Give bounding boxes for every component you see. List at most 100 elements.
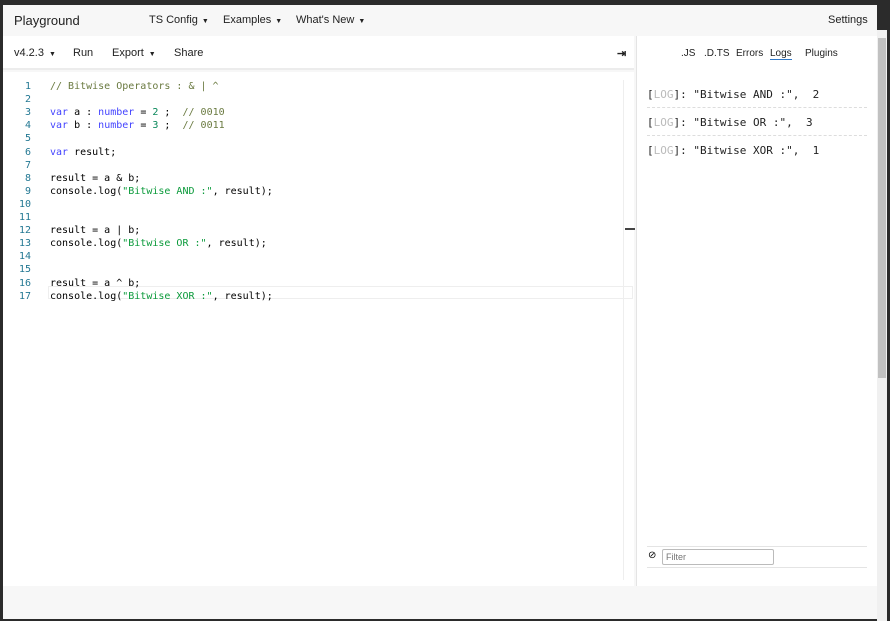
code-token: "Bitwise AND :": [122, 185, 213, 197]
code-line: var result;: [50, 147, 116, 158]
code-editor[interactable]: 1 // Bitwise Operators : & | ^ 2 3 var a : n…: [3, 72, 635, 586]
code-token: // Bitwise Operators : & | ^: [50, 81, 219, 92]
code-line: console.log("Bitwise XOR :", result);: [50, 291, 273, 302]
examples-menu[interactable]: Examples ▼: [223, 14, 282, 26]
line-number: 5: [24, 133, 31, 145]
code-token: // 0010: [182, 107, 225, 119]
code-token: , result);: [212, 185, 273, 197]
code-token: , result);: [206, 238, 267, 250]
caret-down-icon: ▼: [48, 51, 56, 58]
tab-logs[interactable]: Logs: [770, 48, 792, 60]
tab-errors[interactable]: Errors: [736, 48, 763, 59]
log-tag: LOG: [653, 88, 674, 101]
log-tag: LOG: [653, 144, 674, 157]
code-token: console.log(: [50, 185, 123, 197]
code-token: console.log(: [50, 290, 123, 302]
collapse-sidebar-icon[interactable]: ⇥: [617, 47, 626, 60]
code-line: var b : number = 3 ; // 0011: [50, 120, 225, 131]
code-line: console.log("Bitwise AND :", result);: [50, 186, 273, 197]
code-token: // 0011: [182, 120, 225, 132]
code-line: result = a | b;: [50, 225, 140, 236]
line-number: 7: [24, 159, 31, 171]
line-number: 10: [18, 198, 31, 210]
code-token: b :: [68, 120, 99, 132]
log-entry: [LOG]: "Bitwise OR :", 3: [647, 108, 867, 136]
code-token: console.log(: [50, 238, 123, 250]
log-tag: LOG: [653, 116, 674, 129]
playground-window: Playground TS Config ▼ Examples ▼ What's N…: [3, 5, 877, 619]
code-token: var: [50, 120, 69, 132]
overview-marker: [625, 228, 635, 230]
clear-logs-icon[interactable]: ⊘: [648, 550, 656, 561]
code-token: ;: [158, 120, 183, 132]
line-number: 11: [18, 212, 31, 223]
line-number: 9: [24, 185, 31, 197]
menu-label: TS Config: [149, 14, 198, 26]
top-navbar: Playground TS Config ▼ Examples ▼ What's N…: [3, 5, 877, 36]
filter-input[interactable]: [662, 549, 774, 565]
log-entry: [LOG]: "Bitwise AND :", 2: [647, 80, 867, 108]
editor-overview-ruler[interactable]: [623, 80, 635, 580]
line-number: 17: [18, 290, 31, 302]
share-button[interactable]: Share: [174, 47, 203, 59]
tab-js[interactable]: .JS: [681, 48, 695, 59]
export-menu[interactable]: Export ▼: [112, 47, 156, 59]
code-token: number: [98, 107, 135, 119]
line-number: 13: [18, 238, 31, 250]
editor-toolbar: v4.2.3 ▼ Run Export ▼ Share ⇥: [3, 36, 634, 70]
log-text: "Bitwise XOR :", 1: [693, 144, 820, 157]
log-text: "Bitwise OR :", 3: [693, 116, 813, 129]
line-number: 15: [18, 264, 31, 276]
line-number: 6: [24, 146, 31, 158]
code-token: =: [134, 107, 153, 119]
code-token: =: [134, 120, 153, 132]
page-scrollbar[interactable]: [877, 30, 887, 621]
line-number: 16: [18, 277, 31, 289]
code-token: number: [98, 120, 135, 132]
caret-down-icon: ▼: [275, 18, 283, 25]
log-entry: [LOG]: "Bitwise XOR :", 1: [647, 144, 820, 157]
log-text: "Bitwise AND :", 2: [693, 88, 820, 101]
log-filter-row: ⊘: [647, 546, 867, 568]
output-sidebar: .JS .D.TS Errors Logs Plugins [LOG]: "Bi…: [636, 36, 877, 586]
code-token: ;: [158, 107, 183, 119]
code-token: "Bitwise XOR :": [122, 290, 213, 302]
menu-label: What's New: [296, 14, 355, 26]
caret-down-icon: ▼: [201, 18, 209, 25]
code-token: var: [50, 107, 69, 119]
code-token: a :: [68, 107, 99, 119]
code-token: result;: [68, 146, 117, 158]
line-number: 3: [24, 107, 31, 119]
whats-new-menu[interactable]: What's New ▼: [296, 14, 365, 26]
code-line: console.log("Bitwise OR :", result);: [50, 238, 267, 249]
tab-dts[interactable]: .D.TS: [704, 48, 730, 59]
settings-link[interactable]: Settings: [828, 14, 868, 26]
caret-down-icon: ▼: [148, 51, 156, 58]
code-token: result = a ^ b;: [50, 277, 141, 289]
line-number: 8: [24, 172, 31, 184]
version-label: v4.2.3: [14, 47, 44, 59]
code-line: var a : number = 2 ; // 0010: [50, 107, 225, 118]
line-number: 14: [18, 251, 31, 263]
code-token: var: [50, 146, 69, 158]
menu-label: Examples: [223, 14, 272, 26]
code-line: result = a & b;: [50, 173, 140, 184]
code-token: , result);: [212, 290, 273, 302]
code-token: result = a & b;: [50, 172, 141, 184]
scrollbar-thumb[interactable]: [878, 38, 886, 378]
line-number: 12: [18, 225, 31, 237]
ts-config-menu[interactable]: TS Config ▼: [149, 14, 209, 26]
tab-plugins[interactable]: Plugins: [805, 48, 838, 59]
brand-title[interactable]: Playground: [14, 13, 80, 28]
code-line: // Bitwise Operators : & | ^: [50, 81, 219, 92]
code-token: "Bitwise OR :": [122, 238, 207, 250]
line-number: 1: [24, 81, 31, 92]
caret-down-icon: ▼: [358, 18, 366, 25]
run-button[interactable]: Run: [73, 47, 93, 59]
code-line: result = a ^ b;: [50, 278, 140, 289]
code-token: result = a | b;: [50, 225, 141, 237]
line-number: 2: [24, 94, 31, 106]
line-number: 4: [24, 120, 31, 132]
export-label: Export: [112, 47, 144, 59]
version-select[interactable]: v4.2.3 ▼: [14, 47, 56, 59]
